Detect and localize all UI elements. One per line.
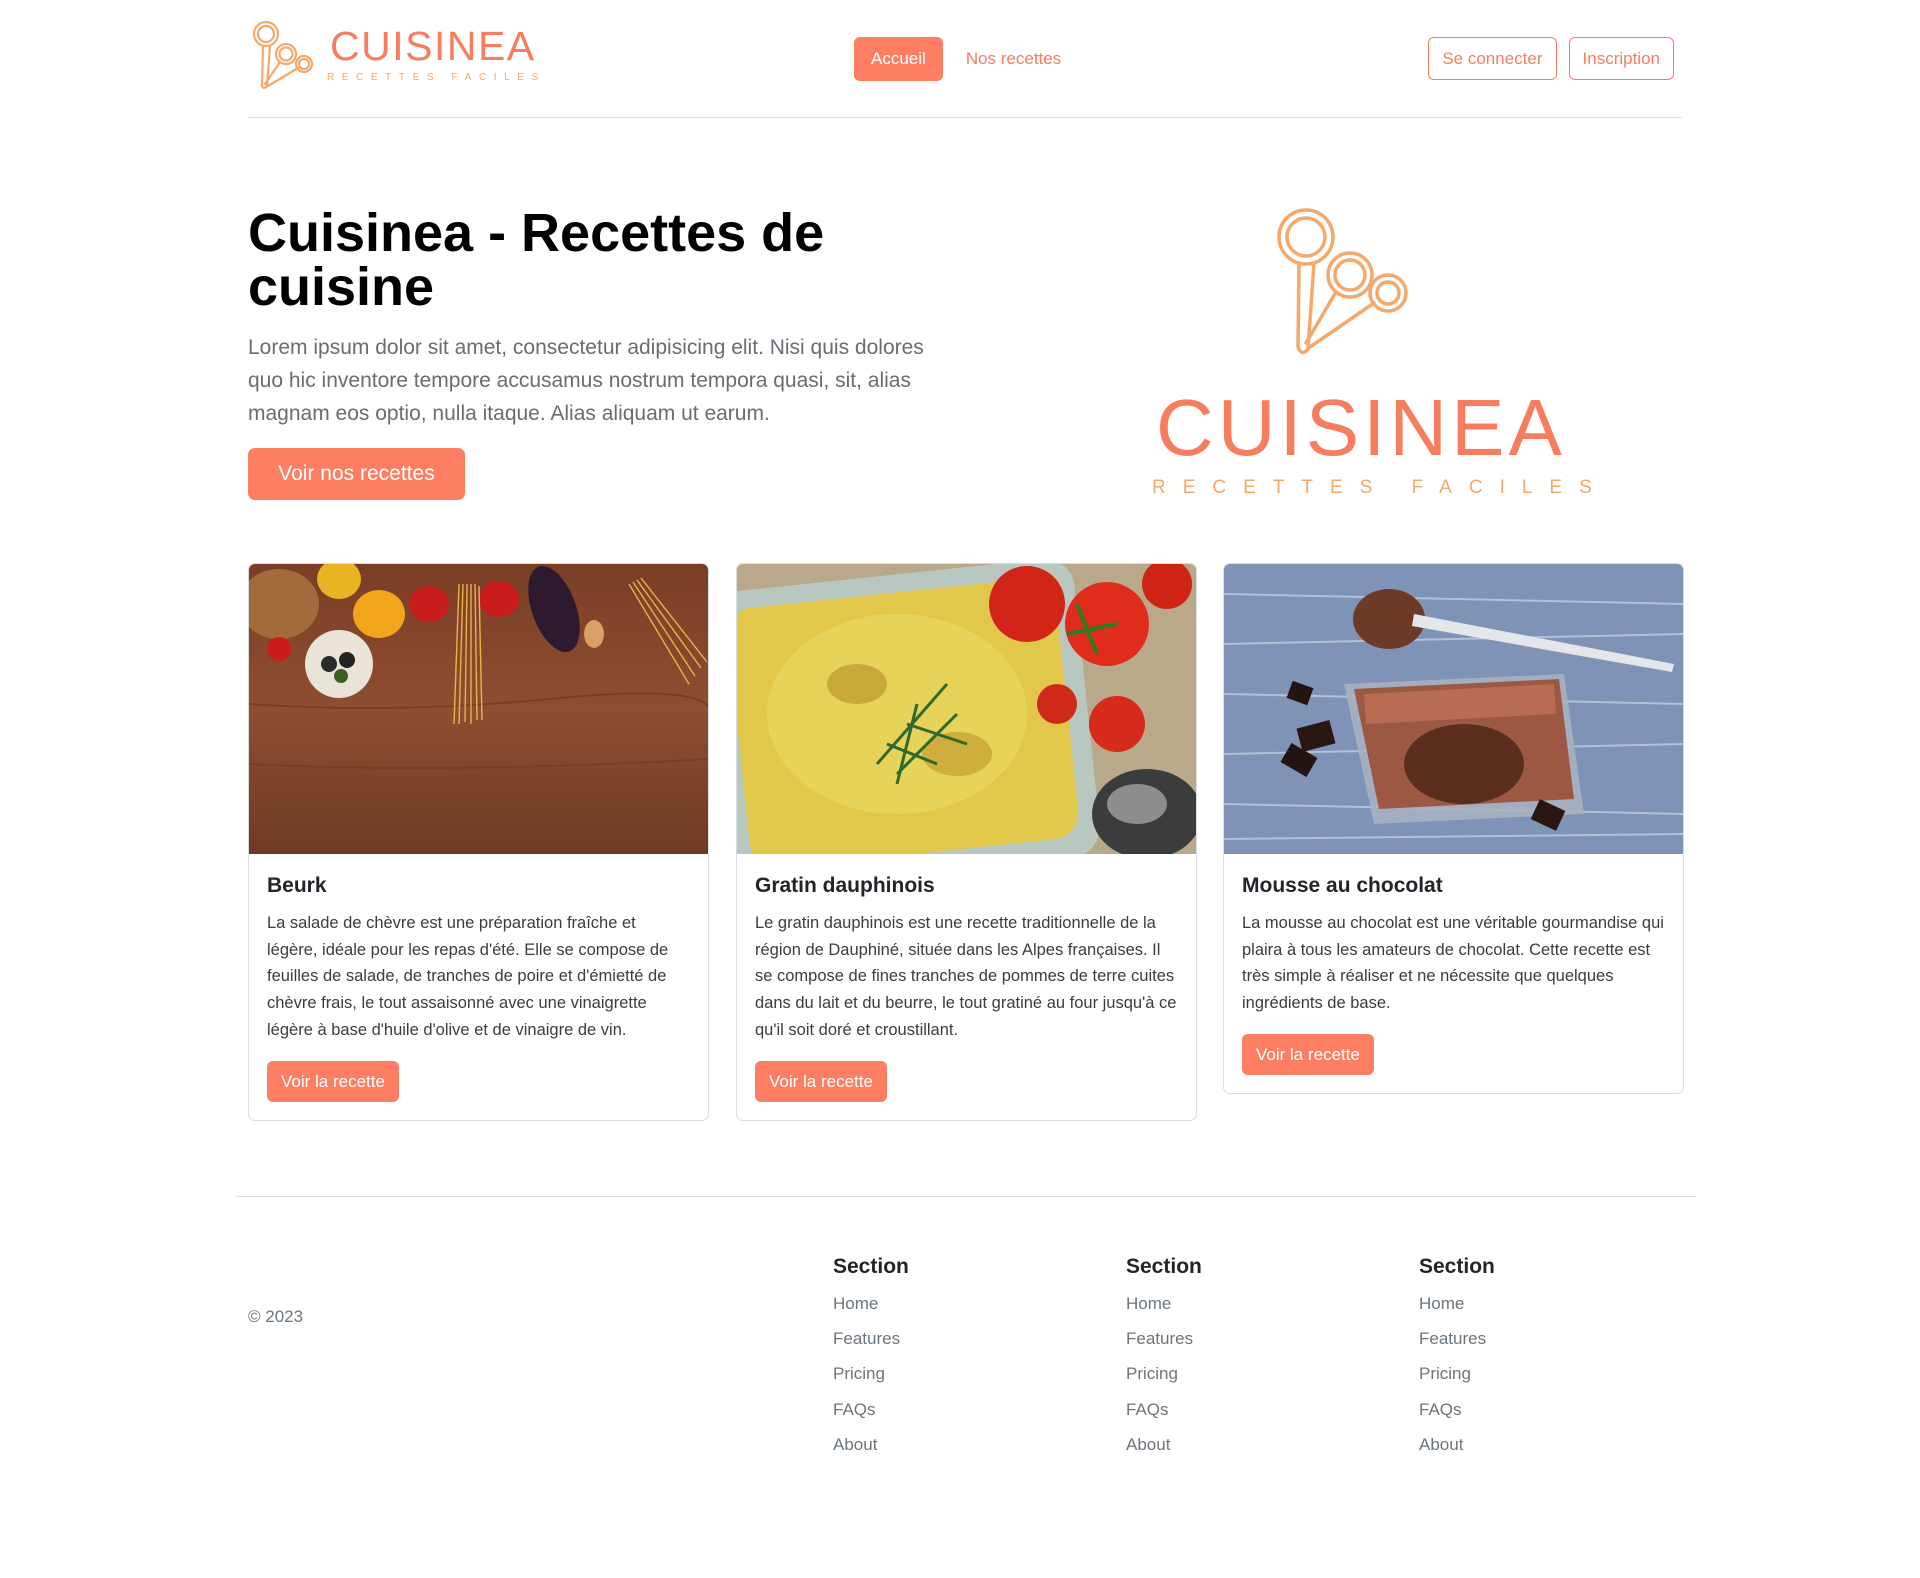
recipe-description: La mousse au chocolat est une véritable … <box>1242 914 1664 1013</box>
brand-tagline: RECETTES FACILES <box>327 72 546 83</box>
footer-link-about[interactable]: About <box>1419 1427 1495 1462</box>
brand-logo[interactable]: CUISINEA RECETTES FACILES <box>248 18 546 92</box>
footer-link-home[interactable]: Home <box>1126 1286 1202 1321</box>
footer-column: Section Home Features Pricing FAQs About <box>833 1252 909 1462</box>
nav-item-nos-recettes[interactable]: Nos recettes <box>949 37 1078 81</box>
recipe-description: La salade de chèvre est une préparation … <box>267 914 669 1039</box>
hero-title: Cuisinea - Recettes de cuisine <box>248 203 825 317</box>
nav-item-accueil[interactable]: Accueil <box>854 37 943 81</box>
recipe-title: Beurk <box>267 874 327 897</box>
footer-column-title: Section <box>1126 1255 1202 1278</box>
auth-buttons: Se connecter Inscription <box>1428 37 1674 80</box>
recipe-card: Gratin dauphinois Le gratin dauphinois e… <box>736 563 1197 1121</box>
hero-logo-tagline: RECETTES FACILES <box>1152 477 1609 498</box>
footer-link-pricing[interactable]: Pricing <box>1126 1356 1202 1391</box>
view-recipe-button[interactable]: Voir la recette <box>267 1060 399 1102</box>
view-recipe-button[interactable]: Voir la recette <box>1242 1033 1374 1075</box>
footer-link-features[interactable]: Features <box>1126 1321 1202 1356</box>
recipe-description: Le gratin dauphinois est une recette tra… <box>755 914 1177 1039</box>
footer-column-title: Section <box>833 1255 909 1278</box>
main-nav: Accueil Nos recettes <box>854 37 1078 81</box>
recipe-image <box>249 564 708 854</box>
recipe-image <box>737 564 1196 854</box>
footer-link-pricing[interactable]: Pricing <box>833 1356 909 1391</box>
footer-link-about[interactable]: About <box>1126 1427 1202 1462</box>
footer-column-title: Section <box>1419 1255 1495 1278</box>
footer-link-faqs[interactable]: FAQs <box>1419 1392 1495 1427</box>
recipe-card: Beurk La salade de chèvre est une prépar… <box>248 563 709 1121</box>
site-header: CUISINEA RECETTES FACILES Accueil Nos re… <box>248 0 1682 118</box>
footer-link-features[interactable]: Features <box>833 1321 909 1356</box>
footer-column: Section Home Features Pricing FAQs About <box>1419 1252 1495 1462</box>
hero-text: Lorem ipsum dolor sit amet, consectetur … <box>248 336 924 425</box>
footer-divider <box>235 1196 1697 1197</box>
footer-link-features[interactable]: Features <box>1419 1321 1495 1356</box>
footer-link-home[interactable]: Home <box>1419 1286 1495 1321</box>
see-recipes-button[interactable]: Voir nos recettes <box>248 448 465 500</box>
footer-link-faqs[interactable]: FAQs <box>1126 1392 1202 1427</box>
login-button[interactable]: Se connecter <box>1428 37 1557 80</box>
footer-link-pricing[interactable]: Pricing <box>1419 1356 1495 1391</box>
footer-column: Section Home Features Pricing FAQs About <box>1126 1252 1202 1462</box>
recipe-image <box>1224 564 1683 854</box>
hero-logo: CUISINEA RECETTES FACILES <box>1140 205 1592 505</box>
copyright: © 2023 <box>248 1307 304 1326</box>
brand-name: CUISINEA <box>330 23 536 69</box>
view-recipe-button[interactable]: Voir la recette <box>755 1060 887 1102</box>
measuring-spoons-icon <box>252 20 314 90</box>
recipe-card: Mousse au chocolat La mousse au chocolat… <box>1223 563 1684 1094</box>
measuring-spoons-icon <box>1277 208 1408 355</box>
recipe-title: Gratin dauphinois <box>755 874 935 897</box>
footer-link-faqs[interactable]: FAQs <box>833 1392 909 1427</box>
footer-link-about[interactable]: About <box>833 1427 909 1462</box>
hero-logo-name: CUISINEA <box>1156 383 1566 472</box>
footer-link-home[interactable]: Home <box>833 1286 909 1321</box>
recipe-title: Mousse au chocolat <box>1242 874 1443 897</box>
signup-button[interactable]: Inscription <box>1568 37 1674 80</box>
